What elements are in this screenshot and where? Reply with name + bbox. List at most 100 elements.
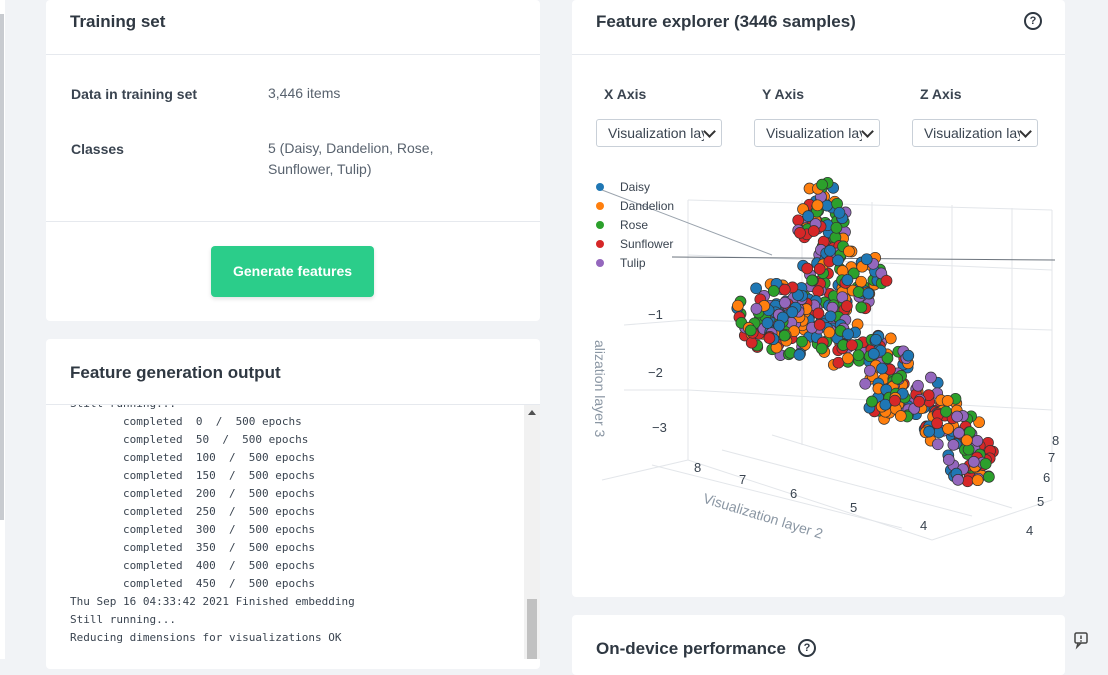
log-line: completed 200 / 500 epochs [70, 487, 316, 500]
log-line: Reducing dimensions for visualizations O… [70, 631, 342, 644]
scatter-point [813, 263, 826, 275]
scroll-thumb[interactable] [527, 599, 537, 659]
chevron-down-icon [861, 125, 874, 138]
scatter-point [815, 342, 828, 355]
scatter-point [761, 317, 774, 329]
performance-title: On-device performance [596, 639, 786, 658]
scatter-point [832, 254, 844, 267]
y-tick-8: 8 [694, 460, 702, 475]
scatter-point [876, 362, 888, 375]
scatter-point [855, 275, 867, 288]
training-set-card: Training set Data in training set 3,446 … [46, 0, 540, 321]
chevron-down-icon [1019, 125, 1032, 138]
y-axis-select[interactable]: Visualization layer 2 [754, 119, 880, 147]
log-line: Thu Sep 16 04:33:42 2021 Finished embedd… [70, 595, 355, 608]
scatter-point [983, 471, 995, 483]
divider [46, 221, 540, 222]
scatter-point [778, 283, 791, 296]
question-circle-icon[interactable]: ? [1024, 12, 1042, 30]
classes-label: Classes [71, 141, 124, 157]
scatter-point [862, 287, 875, 300]
scatter-point [767, 285, 780, 297]
log-line: completed 400 / 500 epochs [70, 559, 316, 572]
scatter-point [855, 301, 868, 314]
scatter-point [833, 206, 846, 219]
y-tick-5: 5 [850, 500, 858, 515]
log-line: Still running... [70, 405, 176, 413]
log-line: completed 250 / 500 epochs [70, 505, 316, 518]
log-scrollbar[interactable] [524, 405, 540, 659]
legend-item-tulip[interactable]: Tulip [620, 256, 646, 270]
scroll-up-arrow-icon[interactable] [528, 410, 536, 415]
question-circle-icon[interactable]: ? [798, 639, 816, 657]
scatter-point [942, 453, 955, 466]
scatter-point [864, 364, 876, 377]
scatter-point [947, 439, 960, 451]
scatter-point [823, 326, 836, 339]
y-tick-4: 4 [920, 518, 928, 533]
x-axis-select[interactable]: Visualization layer 1 [596, 119, 722, 147]
scatter-point [846, 339, 858, 351]
left-window-edge [0, 0, 5, 659]
left-scrollbar[interactable] [0, 14, 4, 520]
z-tick-1: −1 [648, 307, 663, 322]
z-axis-label: Z Axis [920, 86, 962, 102]
scatter-point [793, 349, 806, 361]
scatter-point [940, 405, 952, 418]
legend-item-daisy[interactable]: Daisy [620, 180, 650, 194]
x-axis-label: X Axis [604, 86, 647, 102]
x-tick-6: 6 [1043, 470, 1051, 485]
scatter-point [778, 329, 791, 342]
scatter-point [852, 286, 865, 298]
scatter-point [824, 244, 836, 257]
scatter-point [830, 221, 843, 234]
scatter-point [750, 302, 763, 315]
scatter-point [802, 210, 815, 222]
z-axis-select-value: Visualization layer 3 [924, 125, 1020, 141]
scatter-point [979, 457, 992, 470]
scatter-point [925, 371, 937, 384]
log-line: completed 50 / 500 epochs [70, 433, 309, 446]
scatter-point [786, 306, 799, 318]
legend-item-rose[interactable]: Rose [620, 218, 648, 232]
scatter-points [731, 176, 999, 488]
z-tick-3: −3 [652, 420, 667, 435]
legend-item-dandelion[interactable]: Dandelion [620, 199, 674, 213]
log-line: completed 100 / 500 epochs [70, 451, 316, 464]
training-set-title: Training set [70, 12, 166, 31]
x-tick-5: 5 [1037, 494, 1045, 509]
scatter-point [779, 296, 791, 309]
scatter-point [971, 435, 984, 447]
log-line: completed 300 / 500 epochs [70, 523, 316, 536]
scatter-point [913, 395, 925, 408]
x-tick-4: 4 [1026, 523, 1034, 538]
scatter-point [852, 349, 865, 362]
log-line: completed 450 / 500 epochs [70, 577, 316, 590]
z-tick-2: −2 [648, 365, 663, 380]
generate-features-button[interactable]: Generate features [211, 246, 374, 297]
legend-item-sunflower[interactable]: Sunflower [620, 237, 673, 251]
scatter-point [824, 310, 837, 323]
scatter-point [744, 324, 757, 337]
y-tick-6: 6 [790, 486, 798, 501]
data-in-training-set-label: Data in training set [71, 86, 198, 102]
scatter-point [763, 332, 776, 344]
scatter-point [807, 225, 820, 237]
legend-marker [596, 202, 604, 210]
y-axis-select-value: Visualization layer 2 [766, 125, 862, 141]
scatter-point [812, 307, 825, 320]
scatter-point [842, 352, 854, 365]
classes-value-line2: Sunflower, Tulip) [268, 161, 372, 177]
z-axis-select[interactable]: Visualization layer 3 [912, 119, 1038, 147]
z-axis-title: alization layer 3 [592, 340, 608, 438]
scatter-point [931, 417, 943, 430]
divider [46, 54, 540, 55]
performance-card: On-device performance ? [572, 615, 1065, 675]
scatter-point [859, 377, 872, 390]
feedback-chat-icon[interactable] [1066, 624, 1096, 654]
scatter-point [745, 336, 758, 349]
scatter-point [867, 348, 880, 360]
scatter-point [967, 456, 980, 468]
scatter-point [891, 372, 904, 385]
scatter-point [884, 332, 897, 345]
